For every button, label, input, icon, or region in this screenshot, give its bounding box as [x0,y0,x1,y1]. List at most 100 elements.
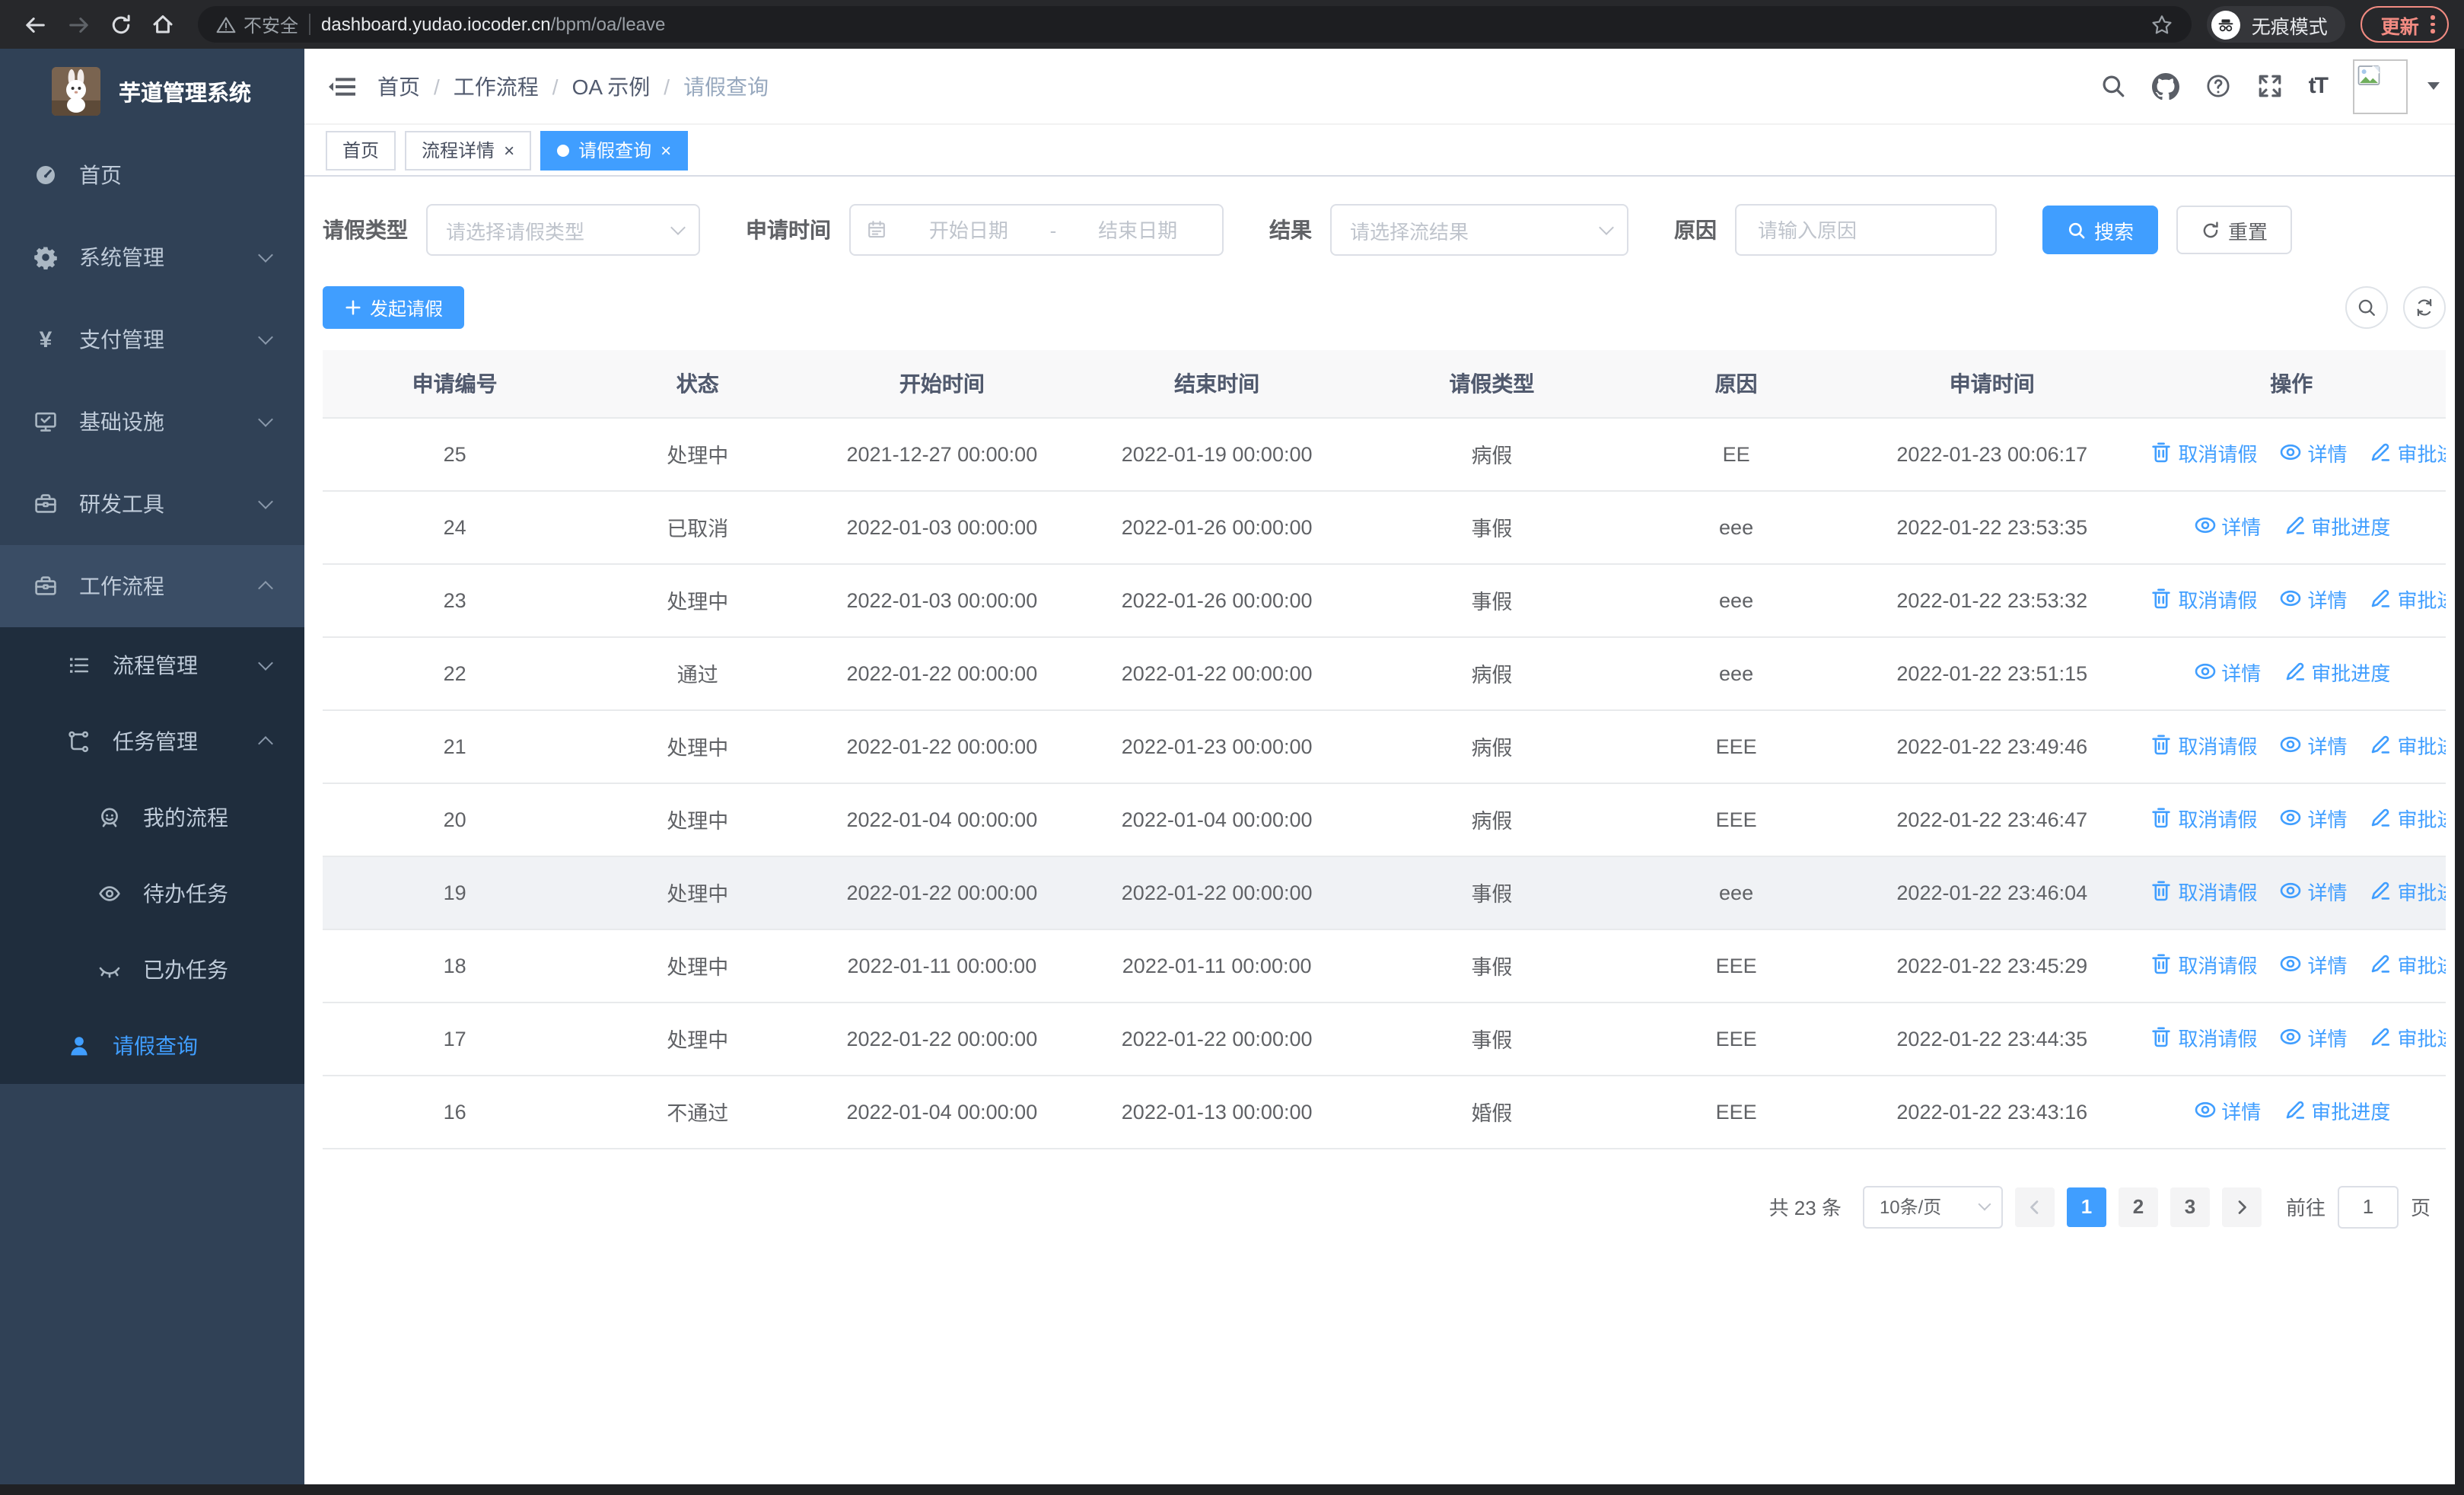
chevron-down-icon [670,220,686,235]
page-button-1[interactable]: 1 [2066,1187,2106,1226]
action-label: 审批进度 [2397,735,2446,758]
progress-action-link[interactable]: 审批进度 [2369,804,2446,833]
cancel-action-link[interactable]: 取消请假 [2149,877,2257,906]
cell-applied: 2022-01-22 23:45:29 [1847,929,2138,1003]
avatar-caret-icon[interactable] [2427,82,2440,90]
tab-label: 请假查询 [578,140,652,161]
bookmark-star-button[interactable] [2151,13,2174,36]
progress-action-link[interactable]: 审批进度 [2282,658,2390,687]
close-icon[interactable]: × [661,141,671,159]
table-row: 23 处理中 2022-01-03 00:00:00 2022-01-26 00:00… [323,563,2446,637]
breadcrumb-item[interactable]: OA 示例 [572,71,651,101]
sidebar-item-system-management[interactable]: 系统管理 [0,216,304,298]
progress-action-link[interactable]: 审批进度 [2369,438,2446,467]
search-button[interactable]: 搜索 [2042,206,2159,254]
tag-view-tab[interactable]: 请假查询 × [540,130,689,170]
incognito-badge: 无痕模式 [2207,6,2346,43]
tab-label: 首页 [342,140,380,161]
sidebar-item-workflow[interactable]: 工作流程 [0,545,304,627]
help-button[interactable] [2205,73,2231,99]
sidebar-collapse-button[interactable] [329,74,356,98]
page-button-3[interactable]: 3 [2170,1187,2210,1226]
reason-label: 原因 [1674,218,1717,242]
action-label: 取消请假 [2178,442,2258,466]
progress-action-link[interactable]: 审批进度 [2369,1023,2446,1052]
create-leave-button[interactable]: 发起请假 [323,286,465,329]
sidebar-item-done-tasks[interactable]: 已办任务 [0,932,304,1008]
start-date-input[interactable] [899,217,1038,243]
github-link[interactable] [2151,72,2179,100]
page-button-2[interactable]: 2 [2118,1187,2158,1226]
detail-action-link[interactable]: 详情 [2278,1023,2348,1052]
browser-home-button[interactable] [143,5,183,44]
cancel-action-link[interactable]: 取消请假 [2149,585,2257,614]
close-icon[interactable]: × [504,141,514,159]
progress-action-link[interactable]: 审批进度 [2369,585,2446,614]
progress-action-link[interactable]: 审批进度 [2369,877,2446,906]
progress-action-link[interactable]: 审批进度 [2369,731,2446,760]
cancel-action-link[interactable]: 取消请假 [2149,804,2257,833]
detail-action-link[interactable]: 详情 [2192,1096,2261,1125]
action-label: 取消请假 [2178,881,2258,904]
progress-action-link[interactable]: 审批进度 [2282,1096,2390,1125]
detail-action-link[interactable]: 详情 [2278,438,2348,467]
browser-forward-button[interactable] [58,5,97,44]
cancel-action-link[interactable]: 取消请假 [2149,731,2257,760]
sidebar-item-dev-tools[interactable]: 研发工具 [0,463,304,545]
breadcrumb-item[interactable]: 工作流程 [454,71,539,101]
sidebar-item-label: 支付管理 [79,327,164,352]
sidebar-item-my-process[interactable]: 我的流程 [0,779,304,856]
detail-action-link[interactable]: 详情 [2278,877,2348,906]
end-date-input[interactable] [1068,217,1207,243]
cancel-action-link[interactable]: 取消请假 [2149,1023,2257,1052]
result-select[interactable]: 请选择流结果 [1330,204,1628,256]
breadcrumb-item[interactable]: 首页 [377,71,420,101]
reason-input-wrap [1735,204,1997,256]
cancel-action-link[interactable]: 取消请假 [2149,950,2257,979]
fullscreen-button[interactable] [2257,73,2283,99]
browser-back-button[interactable] [15,5,55,44]
tag-view-tab[interactable]: 流程详情 × [405,130,532,170]
app-title: 芋道管理系统 [119,81,251,106]
cancel-action-link[interactable]: 取消请假 [2149,438,2257,467]
browser-reload-button[interactable] [100,5,140,44]
sidebar-item-task-management[interactable]: 任务管理 [0,703,304,779]
date-range-picker[interactable]: - [849,204,1224,256]
detail-action-link[interactable]: 详情 [2192,658,2261,687]
reset-button[interactable]: 重置 [2176,206,2293,254]
tag-view-tab[interactable]: 首页 [326,130,396,170]
detail-action-link[interactable]: 详情 [2278,585,2348,614]
reason-input[interactable] [1755,217,1977,243]
browser-update-button[interactable]: 更新 [2361,6,2449,43]
avatar[interactable] [2353,59,2408,113]
font-size-button[interactable]: tT [2309,73,2329,99]
sidebar-item-leave-query[interactable]: 请假查询 [0,1008,304,1084]
cell-end: 2022-01-19 00:00:00 [1075,417,1358,491]
show-search-button[interactable] [2345,286,2388,329]
page-size-select[interactable]: 10条/页 [1862,1185,2003,1228]
progress-action-link[interactable]: 审批进度 [2282,512,2390,540]
sidebar-item-infrastructure[interactable]: 基础设施 [0,381,304,463]
security-status[interactable]: 不安全 [216,11,298,37]
sidebar-item-process-management[interactable]: 流程管理 [0,627,304,703]
sidebar-item-payment-management[interactable]: ¥ 支付管理 [0,298,304,381]
progress-action-link[interactable]: 审批进度 [2369,950,2446,979]
detail-action-link[interactable]: 详情 [2278,804,2348,833]
detail-action-link[interactable]: 详情 [2192,512,2261,540]
refresh-table-button[interactable] [2403,286,2446,329]
header-search-button[interactable] [2100,73,2126,99]
goto-page-input[interactable] [2337,1185,2399,1228]
sidebar-item-todo-tasks[interactable]: 待办任务 [0,856,304,932]
action-label: 审批进度 [2311,1100,2391,1124]
prev-page-button[interactable] [2014,1187,2055,1226]
detail-action-link[interactable]: 详情 [2278,731,2348,760]
column-header: 申请编号 [323,350,587,418]
browser-menu-icon[interactable] [2431,15,2435,33]
leave-type-select[interactable]: 请选择请假类型 [426,204,700,256]
detail-action-link[interactable]: 详情 [2278,950,2348,979]
address-bar[interactable]: 不安全 dashboard.yudao.iocoder.cn/bpm/oa/le… [198,6,2192,43]
sidebar-item-home[interactable]: 首页 [0,134,304,216]
refresh-icon [2203,221,2218,237]
cell-reason: eee [1625,856,1848,929]
next-page-button[interactable] [2221,1187,2262,1226]
